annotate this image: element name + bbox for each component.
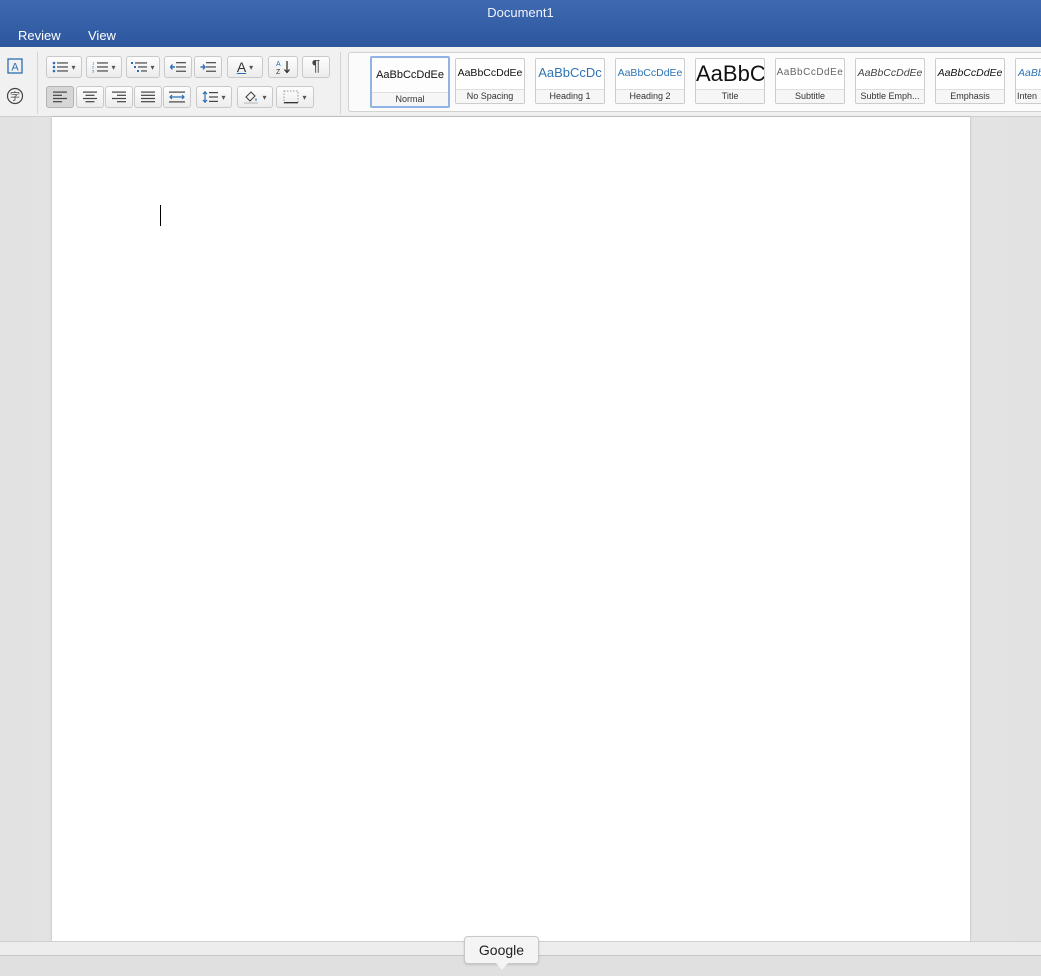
line-spacing-icon — [203, 91, 219, 103]
document-canvas — [0, 117, 1041, 941]
text-box-button[interactable]: A — [4, 56, 26, 76]
style-label: Subtitle — [776, 89, 844, 103]
chevron-down-icon: ▾ — [262, 92, 267, 102]
chevron-down-icon: ▾ — [249, 62, 254, 72]
style-emphasis[interactable]: AaBbCcDdEe Emphasis — [935, 58, 1005, 104]
tab-review[interactable]: Review — [18, 28, 61, 43]
dock-tooltip: Google — [464, 936, 539, 970]
numbered-list-icon: 1 2 3 — [92, 61, 109, 74]
style-sample: AaBbCcDdEe — [857, 67, 923, 79]
borders-button[interactable]: ▾ — [276, 86, 314, 108]
decrease-indent-icon — [170, 62, 186, 72]
numbering-button[interactable]: 1 2 3 ▾ — [86, 56, 122, 78]
text-direction-button[interactable]: A ▾ — [227, 56, 263, 78]
justify-button[interactable] — [134, 86, 162, 108]
style-label: Heading 1 — [536, 89, 604, 103]
style-label: Subtle Emph... — [856, 89, 924, 103]
style-sample: AaBb — [1018, 67, 1041, 79]
justify-icon — [141, 91, 155, 103]
style-label: Heading 2 — [616, 89, 684, 103]
style-label: Emphasis — [936, 89, 1004, 103]
shading-button[interactable]: ▾ — [237, 86, 273, 108]
style-label: Title — [696, 89, 764, 103]
align-center-icon — [83, 91, 97, 103]
style-sample: AaBbCcDdEe — [937, 67, 1003, 79]
line-spacing-button[interactable]: ▾ — [196, 86, 232, 108]
enclose-characters-icon: 字 — [6, 87, 24, 105]
style-title[interactable]: AaBbC Title — [695, 58, 765, 104]
sort-button[interactable]: A Z — [268, 56, 298, 78]
chevron-down-icon: ▾ — [221, 92, 226, 102]
show-formatting-marks-button[interactable]: ¶ — [302, 56, 330, 78]
increase-indent-icon — [200, 62, 216, 72]
phonetic-guide-button[interactable]: 字 — [4, 86, 26, 106]
align-right-icon — [112, 91, 126, 103]
borders-icon — [283, 90, 299, 104]
ribbon-separator — [37, 52, 38, 114]
paint-bucket-icon — [244, 91, 259, 104]
style-label: Normal — [372, 92, 448, 106]
style-label: Inten — [1016, 89, 1041, 103]
tab-view[interactable]: View — [88, 28, 116, 43]
style-normal[interactable]: AaBbCcDdEe Normal — [370, 56, 450, 108]
styles-gallery: AaBbCcDdEe Normal AaBbCcDdEe No Spacing … — [348, 52, 1041, 112]
style-label: No Spacing — [456, 89, 524, 103]
style-heading-2[interactable]: AaBbCcDdEe Heading 2 — [615, 58, 685, 104]
style-sample: AaBbCcDdEe — [376, 69, 444, 81]
title-bar: Document1 Review View — [0, 0, 1041, 47]
bulleted-list-icon — [53, 61, 69, 73]
chevron-down-icon: ▾ — [111, 62, 116, 72]
decrease-indent-button[interactable] — [164, 56, 192, 78]
align-center-button[interactable] — [76, 86, 104, 108]
style-subtle-emphasis[interactable]: AaBbCcDdEe Subtle Emph... — [855, 58, 925, 104]
text-cursor — [160, 205, 161, 226]
style-sample: AaBbCcDc — [538, 65, 602, 80]
window-title: Document1 — [487, 5, 554, 20]
svg-text:A: A — [276, 61, 281, 68]
style-sample: AaBbCcDdEe — [617, 67, 683, 79]
pilcrow-icon: ¶ — [311, 58, 321, 75]
style-sample: AaBbC — [696, 61, 764, 86]
chevron-down-icon: ▾ — [150, 62, 155, 72]
ribbon-separator — [340, 52, 341, 114]
chevron-down-icon: ▾ — [71, 62, 76, 72]
align-left-icon — [53, 91, 67, 103]
distributed-icon — [169, 91, 185, 103]
multilevel-list-button[interactable]: ▾ — [126, 56, 160, 78]
distributed-button[interactable] — [163, 86, 191, 108]
chevron-down-icon: ▾ — [302, 92, 307, 102]
text-box-icon: A — [7, 58, 23, 74]
increase-indent-button[interactable] — [194, 56, 222, 78]
svg-text:A: A — [11, 62, 19, 74]
style-no-spacing[interactable]: AaBbCcDdEe No Spacing — [455, 58, 525, 104]
style-sample: AaBbCcDdEe — [457, 67, 523, 79]
bullets-button[interactable]: ▾ — [46, 56, 82, 78]
style-heading-1[interactable]: AaBbCcDc Heading 1 — [535, 58, 605, 104]
ribbon-toolbar: A 字 ▾ 1 2 3 ▾ ▾ A ▾ A Z ¶ ▾ ▾ ▾ AaBbCcDd… — [0, 47, 1041, 117]
style-sample: AaBbCcDdEe — [776, 67, 844, 78]
style-intense-emphasis[interactable]: AaBb Inten — [1015, 58, 1041, 104]
svg-text:Z: Z — [276, 69, 281, 75]
svg-text:字: 字 — [10, 90, 20, 103]
text-direction-icon: A — [236, 59, 247, 75]
svg-text:3: 3 — [92, 69, 95, 74]
align-right-button[interactable] — [105, 86, 133, 108]
sort-icon: A Z — [276, 61, 290, 75]
multilevel-list-icon — [131, 62, 148, 72]
document-page[interactable] — [52, 117, 970, 941]
style-subtitle[interactable]: AaBbCcDdEe Subtitle — [775, 58, 845, 104]
align-left-button[interactable] — [46, 86, 74, 108]
